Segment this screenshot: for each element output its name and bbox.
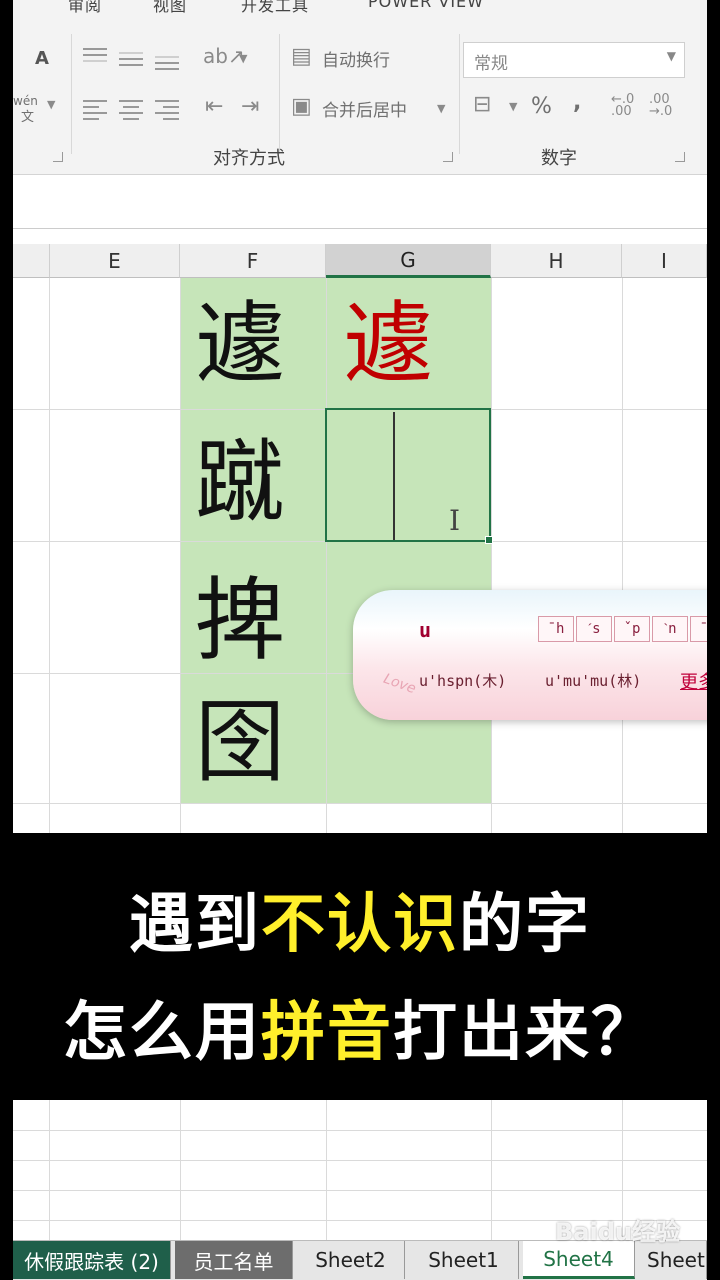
- caption-line-2-highlight: 拼音: [261, 996, 393, 1070]
- caption-line-1-highlight: 不认识: [261, 888, 459, 962]
- gridline: [180, 278, 181, 833]
- caption-banner: 遇到不认识的字 怎么用拼音打出来？: [0, 833, 720, 1100]
- ime-tone-buttons: ˉh ˊs ˇp ˋn ˉz: [538, 616, 707, 642]
- tone-button-5[interactable]: ˉz: [690, 616, 707, 642]
- gridline: [326, 1100, 327, 1240]
- caption-line-1: 遇到不认识的字: [0, 873, 720, 965]
- comma-button[interactable]: ,: [573, 90, 581, 115]
- percent-button[interactable]: %: [531, 94, 552, 119]
- gridline: [13, 1190, 707, 1191]
- ibeam-cursor-icon: I: [449, 504, 461, 537]
- sheet-tab-vacation-tracker[interactable]: 休假跟踪表 (2): [13, 1241, 171, 1279]
- alignment-launcher-icon[interactable]: [443, 152, 453, 162]
- align-top-icon[interactable]: [83, 48, 107, 62]
- gridline: [13, 803, 707, 804]
- separator: [71, 34, 72, 154]
- ribbon: A wén 文 ▼ ab↗ ▼ ⇤ ⇥ ▤ 自动换行 ▣ 合并后居中 ▼ 对齐方…: [13, 14, 707, 175]
- select-all-corner[interactable]: [13, 244, 50, 278]
- text-cursor: [393, 412, 395, 540]
- ime-candidate-window: u ˉh ˊs ˇp ˋn ˉz Love u'hspn(木) u'mu'mu(…: [353, 590, 707, 720]
- tone-button-1[interactable]: ˉh: [538, 616, 574, 642]
- caption-line-2-pre: 怎么用: [63, 996, 261, 1070]
- caption-line-1-pre: 遇到: [129, 888, 261, 962]
- align-middle-icon[interactable]: [119, 52, 143, 66]
- active-cell-g2[interactable]: [325, 408, 493, 544]
- gridline: [13, 1130, 707, 1131]
- gridline: [622, 278, 623, 833]
- tab-power-view[interactable]: POWER VIEW: [368, 0, 484, 11]
- cell-f2-char[interactable]: 蹴: [195, 438, 285, 528]
- ribbon-tabbar: 审阅 视图 开发工具 POWER VIEW: [13, 0, 707, 14]
- number-group-label: 数字: [541, 148, 577, 169]
- phonetic-button[interactable]: 文: [21, 106, 34, 125]
- wrap-text-button[interactable]: 自动换行: [322, 46, 390, 71]
- separator: [279, 34, 280, 154]
- chevron-down-icon[interactable]: ▼: [239, 52, 247, 65]
- chevron-down-icon[interactable]: ▼: [437, 102, 445, 115]
- align-right-icon[interactable]: [155, 100, 179, 120]
- number-launcher-icon[interactable]: [675, 152, 685, 162]
- font-launcher-icon[interactable]: [53, 152, 63, 162]
- tab-developer[interactable]: 开发工具: [241, 0, 309, 14]
- caption-line-2: 怎么用拼音打出来？: [0, 981, 720, 1073]
- cell-f3-char[interactable]: 捭: [195, 576, 285, 666]
- number-format-value: 常规: [474, 54, 508, 74]
- gridline: [49, 278, 50, 833]
- tone-button-4[interactable]: ˋn: [652, 616, 688, 642]
- worksheet-grid[interactable]: 遽 遽 蹴 捭 囹 I: [13, 278, 707, 833]
- cell-g1-char[interactable]: 遽: [343, 300, 433, 390]
- ime-candidate-2[interactable]: u'mu'mu(林): [545, 670, 641, 691]
- formula-bar-area: [13, 176, 707, 229]
- wrap-text-icon[interactable]: ▤: [291, 44, 312, 69]
- gridline: [49, 1100, 50, 1240]
- ime-skin-decoration: Love: [381, 670, 418, 698]
- baidu-watermark: Baidu经验: [555, 1218, 680, 1246]
- currency-icon[interactable]: ⊟: [473, 92, 491, 117]
- cell-f1-char[interactable]: 遽: [195, 300, 285, 390]
- tone-button-3[interactable]: ˇp: [614, 616, 650, 642]
- tone-button-2[interactable]: ˊs: [576, 616, 612, 642]
- caption-line-2-post: 打出来？: [393, 996, 657, 1070]
- merge-center-button[interactable]: 合并后居中: [322, 96, 407, 121]
- chevron-down-icon[interactable]: ▼: [509, 100, 517, 113]
- gridline: [180, 1100, 181, 1240]
- separator: [459, 34, 460, 154]
- gridline: [326, 278, 327, 833]
- decrease-decimal-icon[interactable]: .00 →.0: [649, 93, 672, 118]
- increase-decimal-icon[interactable]: ←.0.00: [611, 93, 634, 118]
- increase-indent-icon[interactable]: ⇥: [241, 94, 259, 119]
- caption-line-1-post: 的字: [459, 888, 591, 962]
- ime-composition: u: [419, 618, 432, 642]
- align-left-icon[interactable]: [83, 100, 107, 120]
- align-center-icon[interactable]: [119, 100, 143, 120]
- chevron-down-icon: ▼: [666, 49, 676, 63]
- column-header-e[interactable]: E: [50, 244, 180, 278]
- decrease-indent-icon[interactable]: ⇤: [205, 94, 223, 119]
- column-header-f[interactable]: F: [180, 244, 326, 278]
- tab-review[interactable]: 审阅: [68, 0, 102, 14]
- alignment-group-label: 对齐方式: [213, 148, 285, 169]
- sheet-tab-sheet1[interactable]: Sheet1: [409, 1241, 519, 1279]
- gridline: [491, 278, 492, 833]
- chevron-down-icon[interactable]: ▼: [47, 98, 55, 111]
- number-format-dropdown[interactable]: 常规 ▼: [463, 42, 685, 78]
- gridline: [13, 1160, 707, 1161]
- ime-more-link[interactable]: 更多: [680, 668, 707, 694]
- sheet-tab-employee-list[interactable]: 员工名单: [175, 1241, 293, 1279]
- column-header-g[interactable]: G: [326, 244, 491, 278]
- sheet-tab-sheet2[interactable]: Sheet2: [297, 1241, 405, 1279]
- column-header-i[interactable]: I: [622, 244, 707, 278]
- fill-handle[interactable]: [485, 536, 493, 544]
- merge-center-icon[interactable]: ▣: [291, 94, 312, 119]
- cell-f4-char[interactable]: 囹: [195, 698, 285, 788]
- font-grow-button[interactable]: A: [35, 48, 49, 69]
- align-bottom-icon[interactable]: [155, 56, 179, 70]
- ime-candidate-1[interactable]: u'hspn(木): [419, 670, 506, 691]
- gridline: [491, 1100, 492, 1240]
- column-header-h[interactable]: H: [491, 244, 622, 278]
- tab-view[interactable]: 视图: [153, 0, 187, 14]
